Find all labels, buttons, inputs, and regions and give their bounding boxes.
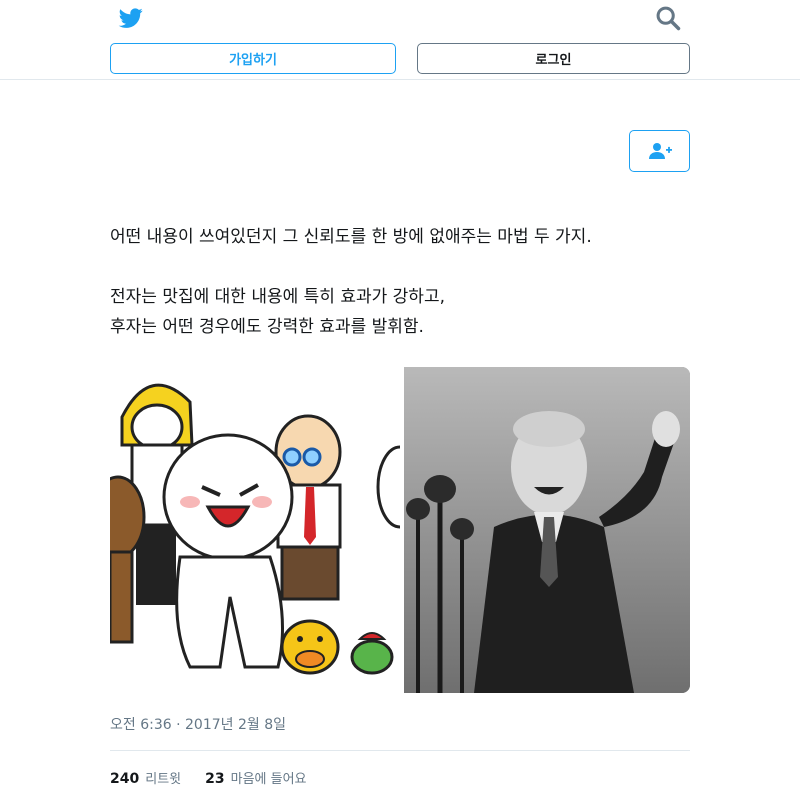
tweet-stats: 240 리트윗 23 마음에 들어요: [110, 768, 307, 787]
historical-photo-image[interactable]: [404, 367, 690, 693]
retweet-stat[interactable]: 240 리트윗: [110, 768, 181, 787]
tweet-timestamp[interactable]: 오전 6:36 · 2017년 2월 8일: [110, 714, 286, 734]
twitter-bird-icon[interactable]: [116, 6, 146, 30]
login-button[interactable]: 로그인: [417, 43, 690, 74]
like-stat[interactable]: 23 마음에 들어요: [205, 768, 306, 787]
search-icon[interactable]: [654, 4, 682, 32]
cartoon-characters-image[interactable]: [110, 367, 424, 693]
like-label: 마음에 들어요: [230, 772, 307, 787]
follow-button[interactable]: [629, 130, 690, 172]
divider: [110, 750, 690, 751]
signup-button[interactable]: 가입하기: [110, 43, 396, 74]
follow-user-icon: [648, 143, 672, 159]
retweet-count: 240: [110, 771, 140, 787]
top-bar: 가입하기 로그인: [0, 0, 800, 80]
tweet-media: [110, 367, 690, 693]
tweet-line: 어떤 내용이 쓰여있던지 그 신뢰도를 한 방에 없애주는 마법 두 가지.: [110, 227, 592, 247]
tweet-line: 후자는 어떤 경우에도 강력한 효과를 발휘함.: [110, 317, 424, 337]
like-count: 23: [205, 771, 225, 787]
tweet-text: 어떤 내용이 쓰여있던지 그 신뢰도를 한 방에 없애주는 마법 두 가지. 전…: [110, 222, 700, 342]
retweet-label: 리트윗: [145, 772, 182, 787]
tweet-line: 전자는 맛집에 대한 내용에 특히 효과가 강하고,: [110, 287, 445, 307]
